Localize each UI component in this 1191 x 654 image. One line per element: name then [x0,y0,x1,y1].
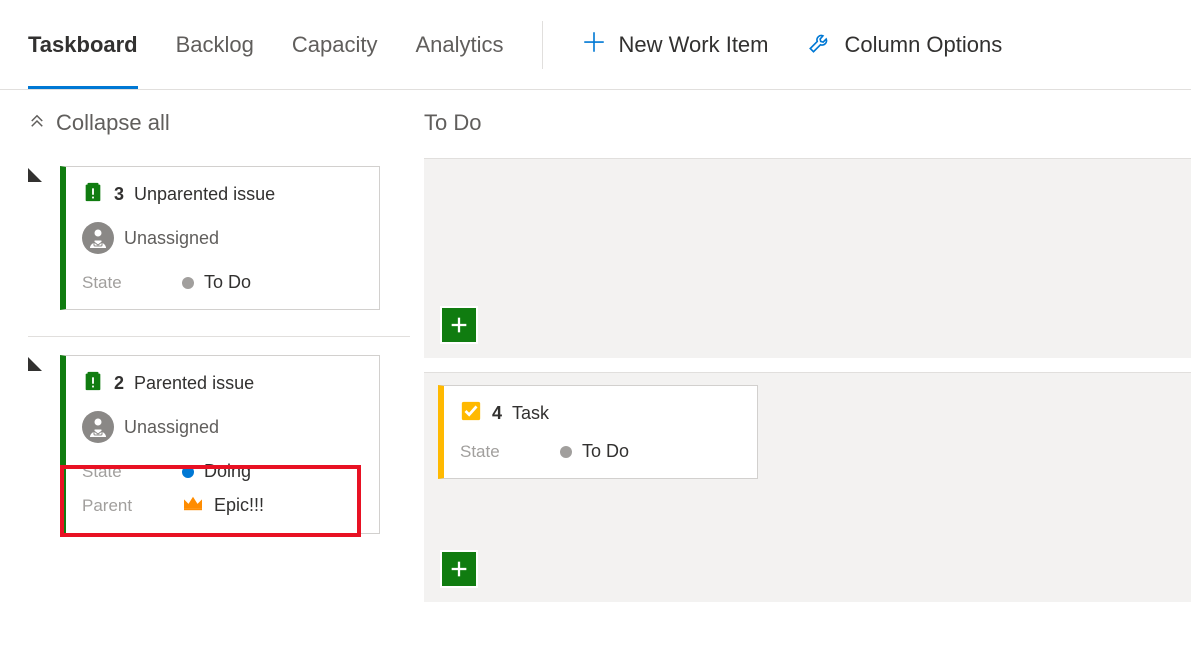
backlog-card[interactable]: 3 Unparented issue Unassigned State T [60,166,380,310]
avatar-icon [82,411,114,443]
new-work-item-label: New Work Item [619,32,769,58]
tab-label: Taskboard [28,32,138,58]
parent-label: Parent [82,496,182,516]
issue-icon [82,181,104,208]
toolbar: Taskboard Backlog Capacity Analytics New… [0,0,1191,90]
work-item-id: 2 [114,373,124,394]
work-item-id: 3 [114,184,124,205]
state-dot-icon [182,466,194,478]
lane-collapse-toggle[interactable] [28,166,42,187]
add-task-button[interactable] [440,550,478,588]
plus-icon [581,29,607,61]
tabs: Taskboard Backlog Capacity Analytics [28,0,504,89]
swimlane-cell[interactable]: 4 Task State To Do [424,372,1191,602]
crown-icon [182,494,204,517]
state-label: State [82,462,182,482]
divider [542,21,543,69]
work-item-id: 4 [492,403,502,424]
tab-backlog[interactable]: Backlog [176,0,254,89]
state-value: To Do [204,272,251,293]
collapse-all-label: Collapse all [56,110,170,136]
state-dot-icon [560,446,572,458]
issue-icon [82,370,104,397]
tab-capacity[interactable]: Capacity [292,0,378,89]
tab-label: Capacity [292,32,378,58]
work-item-title: Task [512,403,549,424]
chevron-double-up-icon [28,110,46,136]
collapse-all-button[interactable]: Collapse all [28,110,410,136]
tab-analytics[interactable]: Analytics [416,0,504,89]
assignee-label: Unassigned [124,228,219,249]
new-work-item-button[interactable]: New Work Item [581,29,769,61]
backlog-card[interactable]: 2 Parented issue Unassigned State Doi [60,355,380,534]
lane-collapse-toggle[interactable] [28,355,42,376]
column-options-button[interactable]: Column Options [807,29,1003,61]
work-item-title: Parented issue [134,373,254,394]
task-icon [460,400,482,427]
swimlane-cell[interactable] [424,158,1191,358]
state-dot-icon [182,277,194,289]
state-value: Doing [204,461,251,482]
column-options-label: Column Options [845,32,1003,58]
tab-label: Analytics [416,32,504,58]
work-item-title: Unparented issue [134,184,275,205]
wrench-icon [807,29,833,61]
state-value: To Do [582,441,629,462]
lane-divider [28,336,410,337]
parent-value: Epic!!! [214,495,264,516]
add-task-button[interactable] [440,306,478,344]
tab-taskboard[interactable]: Taskboard [28,0,138,89]
state-label: State [460,442,560,462]
state-label: State [82,273,182,293]
avatar-icon [82,222,114,254]
assignee-label: Unassigned [124,417,219,438]
task-card[interactable]: 4 Task State To Do [438,385,758,479]
tab-label: Backlog [176,32,254,58]
column-header: To Do [424,110,1191,136]
